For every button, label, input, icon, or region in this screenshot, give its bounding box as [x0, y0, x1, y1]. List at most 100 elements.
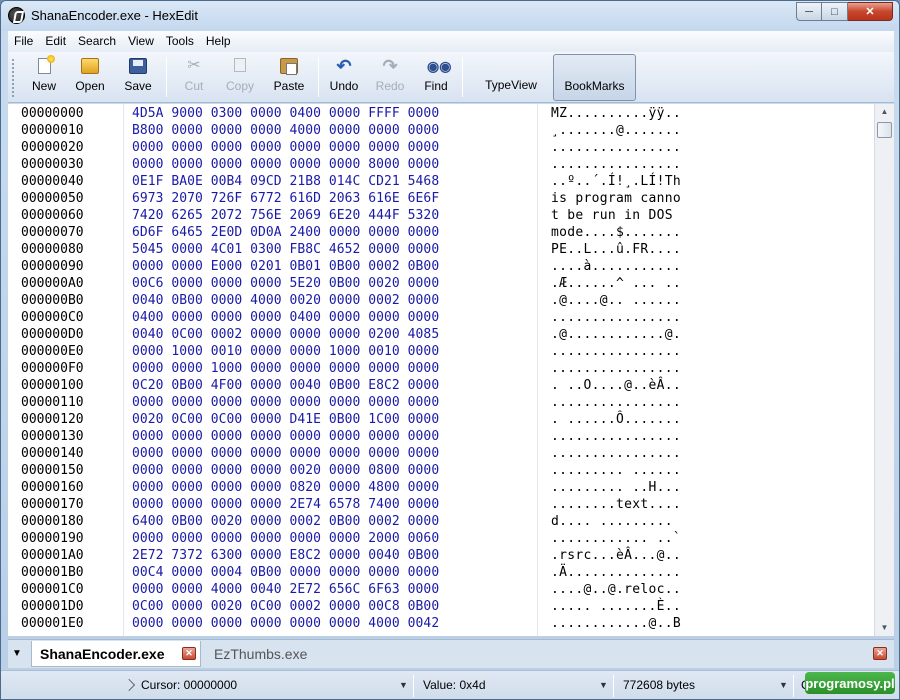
tab-shanaencoder[interactable]: ShanaEncoder.exe ✕ — [31, 641, 201, 667]
tab-label: EzThumbs.exe — [214, 646, 308, 662]
row-hex-bytes[interactable]: 0C00 0000 0020 0C00 0002 0000 00C8 0B00 — [132, 598, 439, 615]
row-ascii[interactable]: ............@..B — [551, 615, 681, 632]
row-ascii[interactable]: ................ — [551, 309, 681, 326]
row-hex-bytes[interactable]: 0000 0000 4000 0040 2E72 656C 6F63 0000 — [132, 581, 439, 598]
row-ascii[interactable]: ........text.... — [551, 496, 681, 513]
row-hex-bytes[interactable]: 0000 0000 E000 0201 0B01 0B00 0002 0B00 — [132, 258, 439, 275]
row-ascii[interactable]: ¸.......@....... — [551, 122, 681, 139]
row-hex-bytes[interactable]: 0000 0000 1000 0000 0000 0000 0000 0000 — [132, 360, 439, 377]
vertical-scrollbar[interactable]: ▲ ▼ — [874, 104, 894, 636]
row-ascii[interactable]: ................ — [551, 445, 681, 462]
row-ascii[interactable]: t be run in DOS — [551, 207, 681, 224]
menu-edit[interactable]: Edit — [39, 34, 72, 48]
row-hex-bytes[interactable]: 0040 0C00 0002 0000 0000 0000 0200 4085 — [132, 326, 439, 343]
hex-view[interactable]: 00000000 00000010 00000020 00000030 00000040… — [8, 104, 874, 636]
row-ascii[interactable]: .@....@.. ...... — [551, 292, 681, 309]
row-ascii[interactable]: .Ä.............. — [551, 564, 681, 581]
row-ascii[interactable]: ................ — [551, 156, 681, 173]
toolbar-grip[interactable] — [11, 58, 15, 98]
close-button[interactable]: ✕ — [848, 2, 893, 21]
row-ascii[interactable]: ............ ..` — [551, 530, 681, 547]
scroll-down-icon[interactable]: ▼ — [875, 620, 894, 636]
new-button[interactable]: New — [22, 54, 66, 100]
row-hex-bytes[interactable]: 5045 0000 4C01 0300 FB8C 4652 0000 0000 — [132, 241, 439, 258]
row-hex-bytes[interactable]: 0000 0000 0000 0000 0000 0000 0000 0000 — [132, 445, 439, 462]
row-ascii[interactable]: MZ..........ÿÿ.. — [551, 105, 681, 122]
minimize-button[interactable]: ─ — [796, 2, 822, 21]
tab-ezthumbs[interactable]: EzThumbs.exe — [208, 641, 328, 667]
row-ascii[interactable]: .@............@. — [551, 326, 681, 343]
row-ascii[interactable]: PE..L...û.FR.... — [551, 241, 681, 258]
hex-column[interactable]: 4D5A 9000 0300 0000 0400 0000 FFFF 0000 B… — [123, 104, 538, 636]
row-ascii[interactable]: ......... ..H... — [551, 479, 681, 496]
ascii-column[interactable]: MZ..........ÿÿ.. ¸.......@...............… — [538, 104, 874, 636]
row-ascii[interactable]: . ..O....@..èÂ.. — [551, 377, 681, 394]
row-ascii[interactable]: is program canno — [551, 190, 681, 207]
redo-button[interactable]: ↷ Redo — [370, 54, 410, 100]
row-ascii[interactable]: . ......Ô....... — [551, 411, 681, 428]
row-ascii[interactable]: ..... .......È.. — [551, 598, 681, 615]
menu-file[interactable]: File — [8, 34, 39, 48]
maximize-button[interactable]: □ — [822, 2, 848, 21]
undo-button[interactable]: ↶ Undo — [324, 54, 364, 100]
row-ascii[interactable]: ................ — [551, 394, 681, 411]
copy-button[interactable]: Copy — [220, 54, 260, 100]
row-hex-bytes[interactable]: 0000 0000 0000 0000 0000 0000 8000 0000 — [132, 156, 439, 173]
row-hex-bytes[interactable]: 0E1F BA0E 00B4 09CD 21B8 014C CD21 5468 — [132, 173, 439, 190]
menu-search[interactable]: Search — [72, 34, 122, 48]
row-ascii[interactable]: ................ — [551, 360, 681, 377]
cut-button[interactable]: ✂ Cut — [174, 54, 214, 100]
find-button[interactable]: ◉◉ Find — [416, 54, 456, 100]
row-hex-bytes[interactable]: 0000 0000 0000 0000 2E74 6578 7400 0000 — [132, 496, 439, 513]
tab-close-icon[interactable]: ✕ — [182, 647, 196, 660]
row-hex-bytes[interactable]: 0000 1000 0010 0000 0000 1000 0010 0000 — [132, 343, 439, 360]
row-hex-bytes[interactable]: 00C4 0000 0004 0B00 0000 0000 0000 0000 — [132, 564, 439, 581]
row-ascii[interactable]: ....@..@.reloc.. — [551, 581, 681, 598]
row-hex-bytes[interactable]: 0000 0000 0000 0000 0000 0000 0000 0000 — [132, 139, 439, 156]
open-button[interactable]: Open — [70, 54, 110, 100]
row-hex-bytes[interactable]: 4D5A 9000 0300 0000 0400 0000 FFFF 0000 — [132, 105, 439, 122]
save-button[interactable]: Save — [118, 54, 158, 100]
menu-help[interactable]: Help — [200, 34, 237, 48]
row-hex-bytes[interactable]: 0000 0000 0000 0000 0000 0000 0000 0000 — [132, 394, 439, 411]
row-hex-bytes[interactable]: 0000 0000 0000 0000 0020 0000 0800 0000 — [132, 462, 439, 479]
row-ascii[interactable]: ................ — [551, 428, 681, 445]
row-hex-bytes[interactable]: 0C20 0B00 4F00 0000 0040 0B00 E8C2 0000 — [132, 377, 439, 394]
row-hex-bytes[interactable]: 0000 0000 0000 0000 0820 0000 4800 0000 — [132, 479, 439, 496]
menu-tools[interactable]: Tools — [160, 34, 200, 48]
row-hex-bytes[interactable]: 2E72 7372 6300 0000 E8C2 0000 0040 0B00 — [132, 547, 439, 564]
row-ascii[interactable]: ......... ...... — [551, 462, 681, 479]
row-ascii[interactable]: .rsrc...èÂ...@.. — [551, 547, 681, 564]
size-dropdown-icon[interactable]: ▼ — [779, 680, 788, 690]
typeview-button[interactable]: TypeView — [476, 54, 546, 101]
close-all-tabs-icon[interactable]: ✕ — [873, 647, 887, 660]
menu-view[interactable]: View — [122, 34, 160, 48]
scroll-up-icon[interactable]: ▲ — [875, 104, 894, 120]
row-ascii[interactable]: .Æ......^ ... .. — [551, 275, 681, 292]
row-ascii[interactable]: ..º..´.Í!¸.LÍ!Th — [551, 173, 681, 190]
row-hex-bytes[interactable]: 6400 0B00 0020 0000 0002 0B00 0002 0000 — [132, 513, 439, 530]
row-hex-bytes[interactable]: 0400 0000 0000 0000 0400 0000 0000 0000 — [132, 309, 439, 326]
row-hex-bytes[interactable]: 00C6 0000 0000 0000 5E20 0B00 0020 0000 — [132, 275, 439, 292]
row-hex-bytes[interactable]: 0040 0B00 0000 4000 0020 0000 0002 0000 — [132, 292, 439, 309]
row-ascii[interactable]: ................ — [551, 343, 681, 360]
cursor-dropdown-icon[interactable]: ▼ — [399, 680, 408, 690]
row-ascii[interactable]: ................ — [551, 139, 681, 156]
tab-list-dropdown-icon[interactable]: ▼ — [12, 648, 26, 662]
scroll-thumb[interactable] — [877, 122, 892, 138]
row-hex-bytes[interactable]: B800 0000 0000 0000 4000 0000 0000 0000 — [132, 122, 439, 139]
row-ascii[interactable]: mode....$....... — [551, 224, 681, 241]
row-hex-bytes[interactable]: 7420 6265 2072 756E 2069 6E20 444F 5320 — [132, 207, 439, 224]
paste-button[interactable]: Paste — [267, 54, 311, 100]
row-ascii[interactable]: ....à........... — [551, 258, 681, 275]
row-hex-bytes[interactable]: 0020 0C00 0C00 0000 D41E 0B00 1C00 0000 — [132, 411, 439, 428]
row-hex-bytes[interactable]: 6973 2070 726F 6772 616D 2063 616E 6E6F — [132, 190, 439, 207]
row-hex-bytes[interactable]: 6D6F 6465 2E0D 0D0A 2400 0000 0000 0000 — [132, 224, 439, 241]
row-hex-bytes[interactable]: 0000 0000 0000 0000 0000 0000 2000 0060 — [132, 530, 439, 547]
row-address: 00000120 — [21, 412, 84, 427]
row-hex-bytes[interactable]: 0000 0000 0000 0000 0000 0000 0000 0000 — [132, 428, 439, 445]
row-hex-bytes[interactable]: 0000 0000 0000 0000 0000 0000 4000 0042 — [132, 615, 439, 632]
value-dropdown-icon[interactable]: ▼ — [599, 680, 608, 690]
row-ascii[interactable]: d.... ......... — [551, 513, 673, 530]
bookmarks-button[interactable]: BookMarks — [553, 54, 636, 101]
